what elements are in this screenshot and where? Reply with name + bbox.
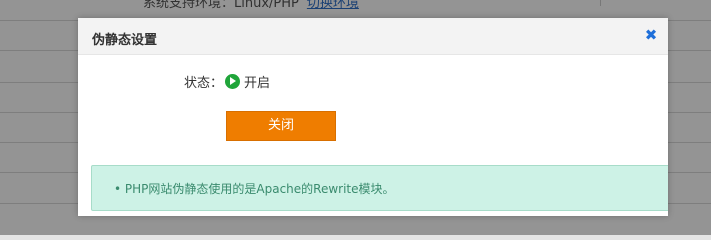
close-icon[interactable]: ✖ [644,28,658,43]
info-notice: • PHP网站伪静态使用的是Apache的Rewrite模块。 [91,165,668,211]
play-circle-icon [225,73,241,89]
close-button[interactable]: 关闭 [226,111,336,141]
status-row: 状态： 开启 [184,72,271,91]
status-label: 状态： [184,75,224,91]
rewrite-settings-dialog: 伪静态设置 ✖ 状态： 开启 关闭 • PHP网站伪静态使用的是Apache的R… [78,18,668,216]
status-value: 开启 [244,75,271,91]
dialog-title: 伪静态设置 [92,33,158,48]
dialog-header: 伪静态设置 ✖ [78,18,668,55]
